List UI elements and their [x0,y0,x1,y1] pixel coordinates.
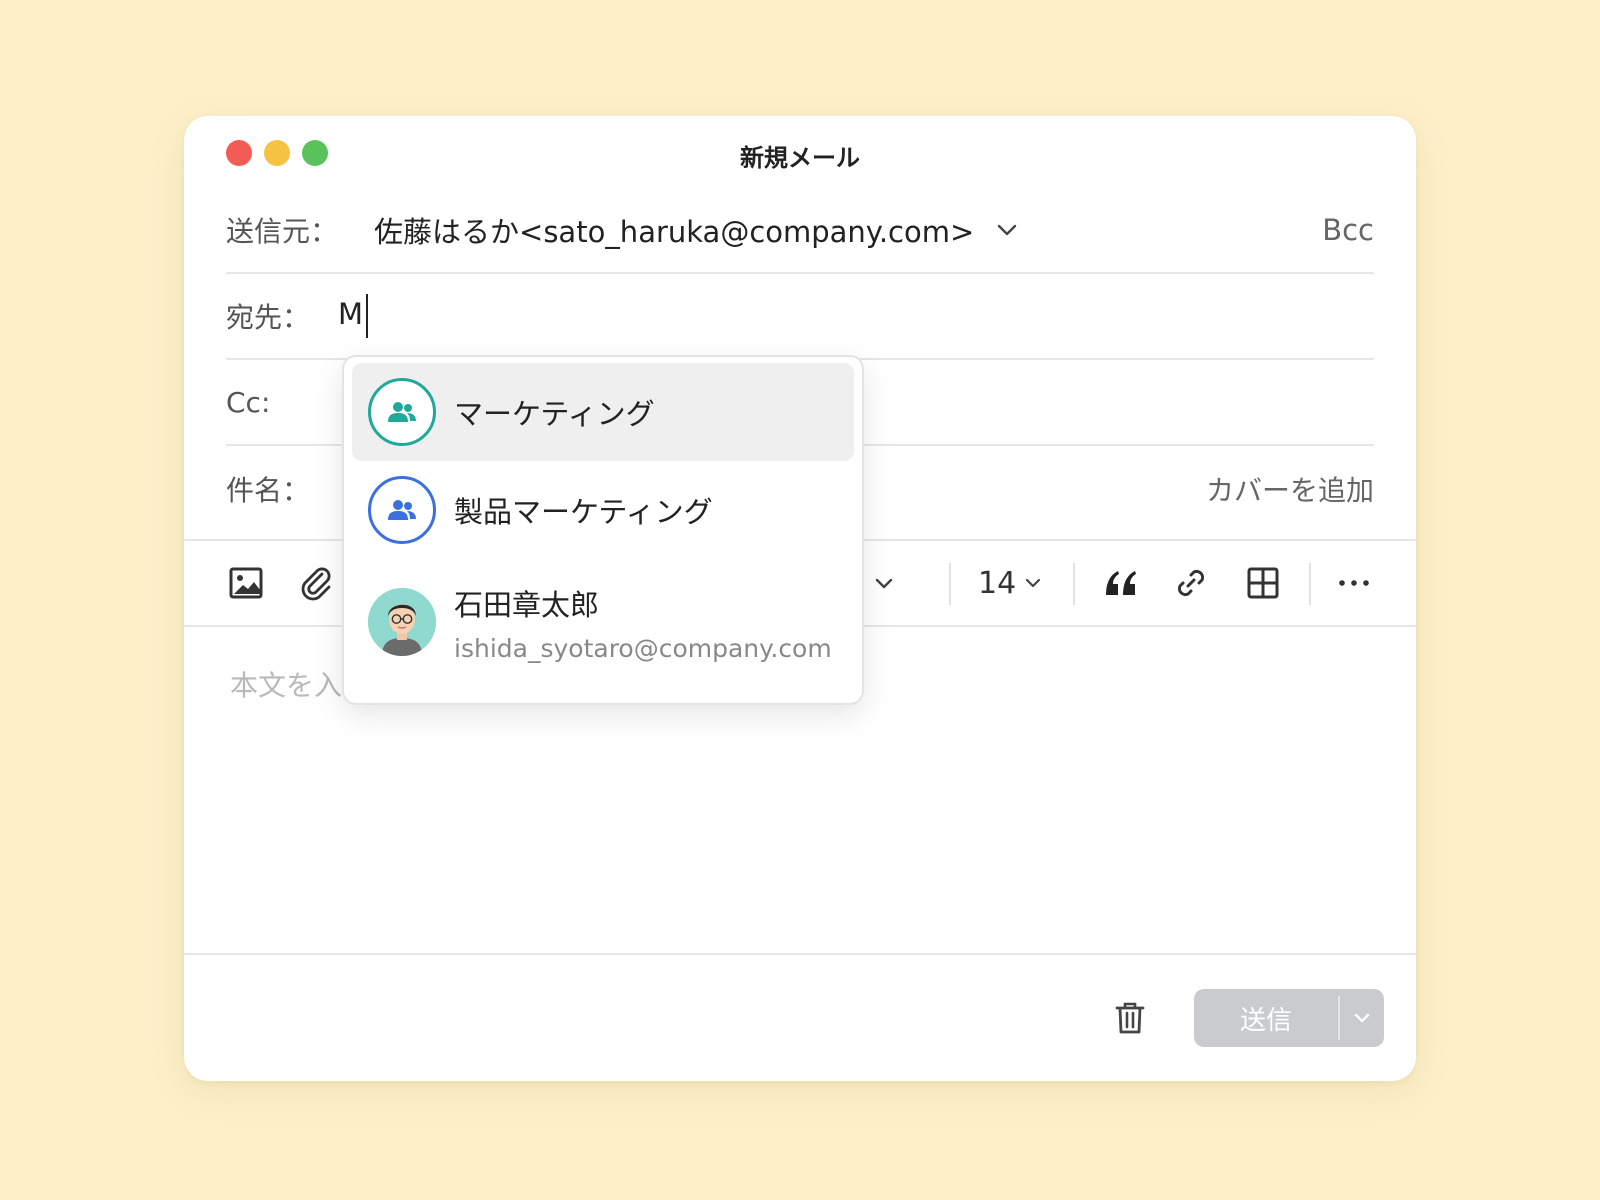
suggestion-label: 石田章太郎 [454,587,600,622]
suggestion-text: 石田章太郎 ishida_syotaro@company.com [454,582,832,663]
title-bar: 新規メール [184,116,1416,192]
toolbar-divider [1309,563,1311,605]
paperclip-icon[interactable] [298,561,334,605]
to-input[interactable]: M [338,294,369,338]
toolbar-divider [1073,563,1075,605]
chevron-down-icon[interactable] [1340,1012,1384,1024]
toolbar-divider [949,563,951,605]
font-size-select[interactable]: 14 [978,561,1042,605]
suggestion-email: ishida_syotaro@company.com [454,633,832,663]
bcc-button[interactable]: Bcc [1322,213,1374,247]
chevron-down-icon[interactable] [996,219,1018,241]
compose-window: 新規メール 送信元： 佐藤はるか<sato_haruka@company.com… [184,116,1416,1081]
from-row: 送信元： 佐藤はるか<sato_haruka@company.com> Bcc [226,188,1374,274]
chevron-down-icon [1026,578,1041,588]
link-icon[interactable] [1174,561,1208,605]
send-button[interactable]: 送信 [1194,1000,1338,1037]
to-input-text: M [338,297,364,331]
cc-label: Cc: [226,385,271,419]
footer-divider [184,953,1416,955]
quote-icon[interactable] [1102,561,1140,605]
from-select[interactable]: 佐藤はるか<sato_haruka@company.com> [374,209,974,251]
more-icon[interactable] [1338,561,1370,605]
to-label: 宛先： [226,301,311,334]
window-title: 新規メール [740,144,860,172]
font-size-value: 14 [978,565,1017,601]
suggestion-item[interactable]: 石田章太郎 ishida_syotaro@company.com [352,567,854,677]
group-icon [368,378,436,446]
body-editor[interactable]: 本文を入 [230,664,342,704]
suggestion-item[interactable]: 製品マーケティング [352,461,854,559]
recipient-suggestions: マーケティング 製品マーケティング 石田章太郎 ishida_syotaro@c… [342,355,864,705]
from-label: 送信元： [226,215,339,248]
suggestion-item[interactable]: マーケティング [352,363,854,461]
trash-icon[interactable] [1114,1001,1146,1039]
avatar [368,588,436,656]
group-icon [368,476,436,544]
chevron-down-icon[interactable] [874,561,894,605]
subject-label: 件名： [226,474,311,507]
text-cursor [366,294,369,338]
add-cover-button[interactable]: カバーを追加 [1206,469,1374,509]
suggestion-label: マーケティング [454,397,655,431]
suggestion-label: 製品マーケティング [454,495,713,529]
send-button-group: 送信 [1194,989,1384,1047]
to-row: 宛先： M [226,274,1374,360]
image-icon[interactable] [228,561,264,605]
table-icon[interactable] [1246,561,1280,605]
